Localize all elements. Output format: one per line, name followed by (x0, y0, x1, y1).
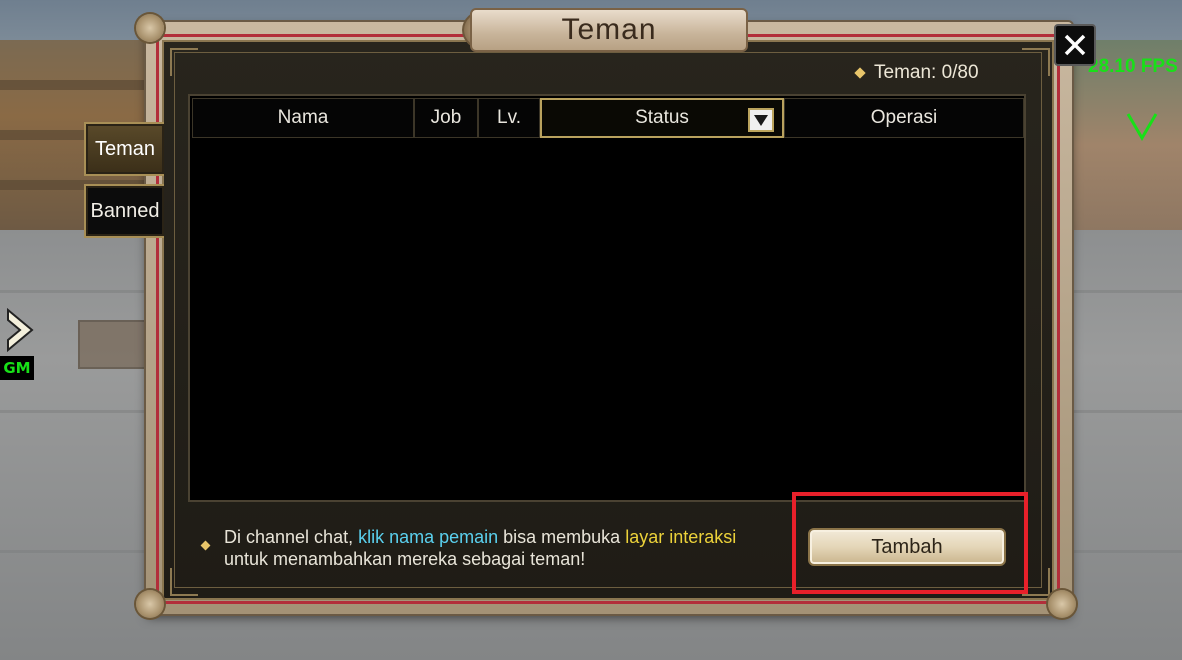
hint-highlight-click: klik nama pemain (358, 527, 499, 547)
column-status[interactable]: Status (540, 98, 784, 138)
gm-button[interactable]: GM (0, 356, 34, 380)
chevron-down-icon[interactable] (1124, 108, 1160, 144)
dialog-title: Teman (561, 13, 657, 46)
friend-count: Teman: 0/80 (854, 62, 979, 84)
tab-teman[interactable]: Teman (84, 122, 164, 176)
close-button[interactable] (1054, 24, 1096, 66)
friends-table: Nama Job Lv. Status Operasi (188, 94, 1026, 502)
column-operasi: Operasi (784, 98, 1024, 138)
table-header: Nama Job Lv. Status Operasi (190, 96, 1024, 140)
corner-ornament (136, 590, 164, 618)
fps-counter: 28.10 FPS (1088, 56, 1178, 77)
friend-count-label: Teman: 0/80 (874, 62, 979, 83)
column-nama: Nama (192, 98, 414, 138)
expand-arrow-icon[interactable] (2, 308, 36, 352)
column-lv: Lv. (478, 98, 540, 138)
close-icon (1064, 34, 1086, 56)
hint-highlight-screen: layar interaksi (625, 527, 737, 547)
status-filter-dropdown[interactable] (748, 108, 774, 132)
diamond-bullet-icon (854, 67, 866, 79)
highlight-box (792, 492, 1028, 594)
table-body (190, 140, 1024, 500)
triangle-down-icon (754, 114, 768, 126)
column-job: Job (414, 98, 478, 138)
corner-ornament (136, 14, 164, 42)
tab-banned[interactable]: Banned (84, 184, 164, 238)
title-plaque: Teman (470, 8, 748, 52)
column-status-label: Status (635, 107, 689, 128)
hint-text: Di channel chat, klik nama pemain bisa m… (200, 526, 802, 570)
diamond-bullet-icon (200, 540, 211, 551)
corner-ornament (1048, 590, 1076, 618)
